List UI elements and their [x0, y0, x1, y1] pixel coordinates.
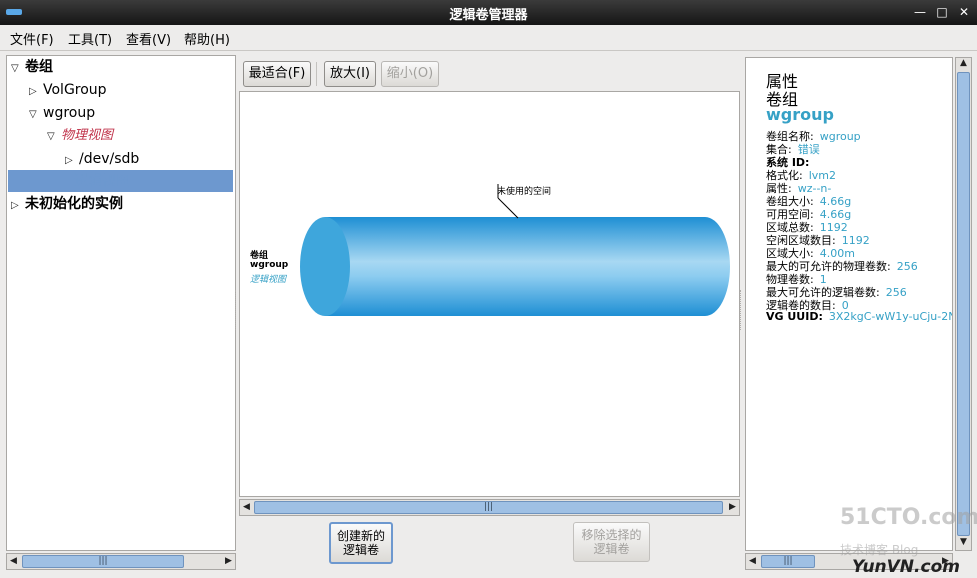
scroll-up-icon[interactable]: ▲ [956, 58, 971, 71]
expanded-arrow-icon[interactable]: ▽ [47, 126, 61, 148]
logical-volume-diagram [300, 184, 730, 316]
properties-vscrollbar[interactable]: ▲ ▼ [955, 57, 972, 551]
scroll-right-icon[interactable]: ▶ [726, 500, 739, 515]
pane-resize-handle[interactable] [740, 290, 744, 330]
menu-file[interactable]: 文件(F) [10, 29, 54, 48]
collapsed-arrow-icon[interactable]: ▷ [11, 195, 25, 217]
menu-help[interactable]: 帮助(H) [184, 29, 230, 48]
create-logical-volume-button[interactable]: 创建新的 逻辑卷 [329, 522, 393, 564]
volume-canvas: 卷组 wgroup 逻辑视图 未使用的空间 [239, 91, 740, 497]
unused-space-label: 未使用的空间 [497, 187, 552, 197]
scroll-thumb[interactable]: ||| [761, 555, 815, 568]
toolbar-separator [316, 62, 317, 86]
scroll-left-icon[interactable]: ◀ [746, 554, 759, 569]
tree-item-logical-view[interactable]: 逻辑视图 [8, 170, 233, 192]
minimize-icon[interactable]: — [912, 4, 928, 20]
scroll-thumb[interactable] [957, 72, 970, 536]
canvas-hscrollbar[interactable]: ◀ ||| ▶ [239, 499, 740, 516]
remove-logical-volume-button[interactable]: 移除选择的 逻辑卷 [573, 522, 650, 562]
tree-item-volume-groups[interactable]: ▽ 卷组 [11, 56, 53, 78]
tree-item-dev-sdb[interactable]: ▷/dev/sdb [65, 148, 139, 170]
scroll-thumb[interactable]: ||| [254, 501, 723, 514]
menu-bar: 文件(F) 工具(T) 查看(V) 帮助(H) [0, 25, 977, 51]
unused-space-cylinder[interactable] [300, 217, 730, 316]
scroll-left-icon[interactable]: ◀ [7, 554, 20, 569]
tree-item-wgroup[interactable]: ▽ wgroup [29, 102, 95, 124]
maximize-icon[interactable]: □ [934, 4, 950, 20]
watermark-line2: 技术博客 Blog [840, 543, 919, 557]
best-fit-button[interactable]: 最适合(F) [243, 61, 311, 87]
tree-item-volgroup[interactable]: ▷ VolGroup [29, 79, 107, 101]
volume-tree: ▽ 卷组 ▷ VolGroup ▽ wgroup ▽ 物理视图 ▷/dev/sdb 逻辑… [6, 55, 236, 551]
watermark: 51CTO.com 技术博客 Blog YunVN.com [838, 505, 977, 578]
watermark-line3: YunVN.com [852, 557, 960, 577]
zoom-in-button[interactable]: 放大(I) [324, 61, 376, 87]
menu-view[interactable]: 查看(V) [126, 29, 171, 48]
window-titlebar: 逻辑卷管理器 — □ ✕ [0, 0, 977, 25]
close-icon[interactable]: ✕ [956, 4, 972, 20]
menu-tools[interactable]: 工具(T) [68, 29, 112, 48]
tree-item-uninitialized[interactable]: ▷ 未初始化的实例 [11, 193, 123, 215]
expanded-arrow-icon[interactable]: ▽ [11, 58, 25, 80]
window-title: 逻辑卷管理器 [449, 8, 528, 23]
prop-row: VG UUID: 3X2kgC-wW1y-uCju-2N [766, 310, 953, 323]
tree-item-physical-view[interactable]: ▽ 物理视图 [47, 124, 113, 146]
scroll-right-icon[interactable]: ▶ [222, 554, 235, 569]
properties-vg-name: wgroup [766, 105, 834, 124]
collapsed-arrow-icon[interactable]: ▷ [29, 81, 43, 103]
scroll-thumb[interactable]: ||| [22, 555, 184, 568]
expanded-arrow-icon[interactable]: ▽ [29, 104, 43, 126]
scroll-left-icon[interactable]: ◀ [240, 500, 253, 515]
properties-panel: 属性 卷组 wgroup 卷组名称: wgroup 集合: 错误 系统 ID: 格式… [745, 57, 953, 551]
callout-line [497, 197, 519, 219]
collapsed-arrow-icon[interactable]: ▷ [65, 150, 79, 172]
tree-hscrollbar[interactable]: ◀ ||| ▶ [6, 553, 236, 570]
zoom-out-button[interactable]: 缩小(O) [381, 61, 439, 87]
watermark-line1: 51CTO.com [840, 505, 977, 530]
